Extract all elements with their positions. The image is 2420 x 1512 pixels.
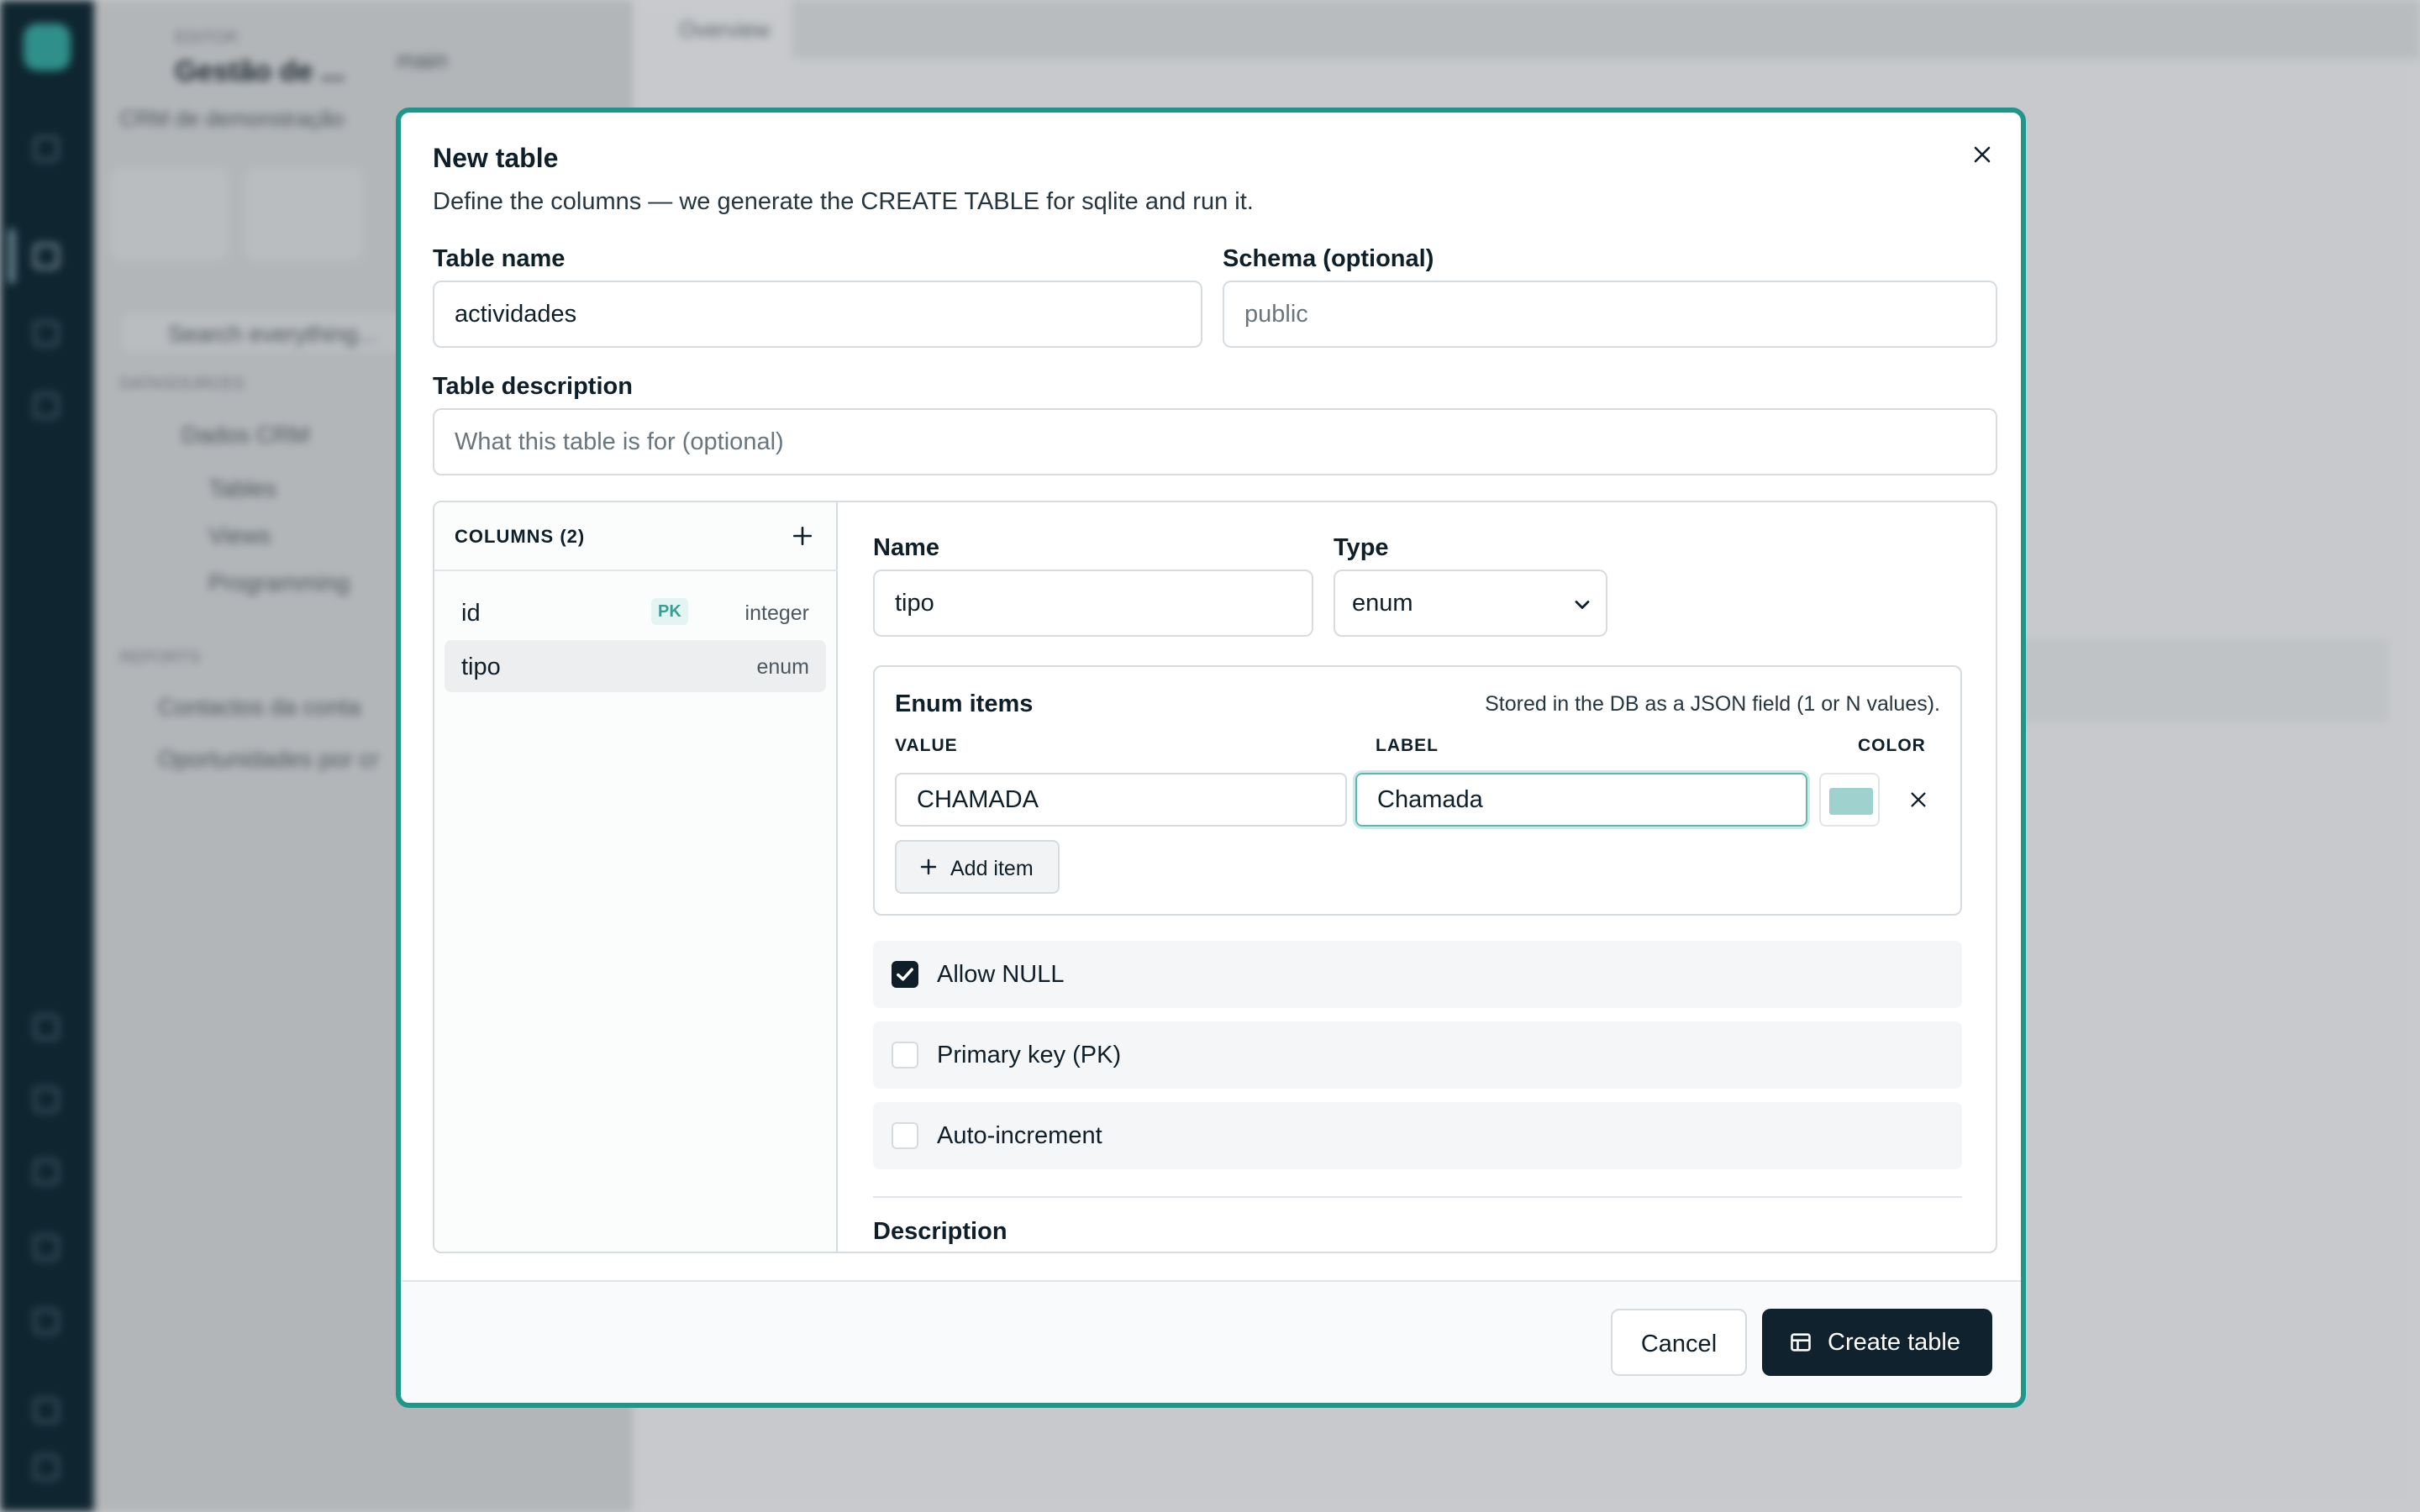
enum-items-section: Enum items Stored in the DB as a JSON fi…	[873, 665, 1962, 916]
dialog-title: New table	[433, 143, 559, 173]
plus-icon	[920, 858, 937, 875]
add-item-label: Add item	[950, 857, 1034, 880]
allow-null-label: Allow NULL	[937, 961, 1065, 988]
report-item: Contactos da conta	[158, 694, 361, 720]
datasource-name: Dados CRM	[182, 422, 310, 448]
column-name: tipo	[461, 654, 501, 680]
cancel-button[interactable]: Cancel	[1611, 1309, 1747, 1376]
sidebar-tile	[245, 168, 363, 260]
allow-null-checkbox[interactable]	[892, 961, 918, 988]
column-editor: Name Type enum Enum items Stored in the …	[839, 502, 1996, 1252]
color-column-header: COLOR	[1858, 736, 1926, 755]
auto-increment-option[interactable]: Auto-increment	[873, 1102, 1962, 1169]
close-icon	[1974, 146, 1991, 163]
chevron-down-icon	[1575, 601, 1590, 609]
primary-key-option[interactable]: Primary key (PK)	[873, 1021, 1962, 1089]
rail-icon	[34, 1398, 59, 1423]
add-item-button[interactable]: Add item	[895, 840, 1060, 894]
remove-enum-item-button[interactable]	[1903, 785, 1933, 815]
sidebar-title: Gestão de ...	[175, 55, 345, 87]
tree-item: Views	[208, 522, 271, 549]
cancel-label: Cancel	[1640, 1331, 1718, 1357]
tree-item: Tables	[208, 475, 276, 501]
tree-item: Programming	[208, 570, 350, 596]
rail-icon	[34, 1455, 59, 1480]
report-item: Oportunidades por cr	[158, 746, 380, 772]
columns-panel: COLUMNS (2) id PK integer tipo enum Name…	[433, 501, 1997, 1253]
rail-icon	[34, 244, 59, 269]
columns-header: COLUMNS (2)	[434, 502, 838, 571]
app-rail	[0, 0, 94, 1512]
enum-items-title: Enum items	[895, 690, 1034, 717]
background-tabbar: Overview	[632, 0, 2420, 59]
dialog-footer: Cancel Create table	[401, 1280, 2021, 1403]
table-name-input[interactable]	[433, 281, 1202, 348]
new-table-dialog: New table Define the columns — we genera…	[396, 108, 2026, 1408]
sidebar-subtitle: CRM de demonstração	[119, 106, 345, 131]
create-table-button[interactable]: Create table	[1762, 1309, 1992, 1376]
column-name-label: Name	[873, 534, 939, 561]
background-tab: Overview	[632, 0, 792, 59]
columns-count: COLUMNS (2)	[455, 526, 586, 547]
pk-badge: PK	[651, 598, 688, 625]
add-column-button[interactable]	[787, 521, 818, 551]
label-column-header: LABEL	[1376, 736, 1439, 755]
rail-icon	[34, 1087, 59, 1112]
table-description-label: Table description	[433, 373, 633, 400]
rail-icon	[34, 1309, 59, 1334]
section-reports: REPORTS	[119, 648, 201, 667]
close-button[interactable]	[1965, 138, 1999, 171]
table-name-label: Table name	[433, 245, 566, 272]
column-name-input[interactable]	[873, 570, 1313, 637]
rail-icon	[34, 1015, 59, 1040]
sidebar-tile	[111, 168, 229, 260]
auto-increment-label: Auto-increment	[937, 1122, 1102, 1149]
table-icon	[1791, 1333, 1811, 1352]
create-table-label: Create table	[1828, 1329, 1960, 1356]
column-type: enum	[756, 655, 809, 679]
enum-color-picker[interactable]	[1819, 773, 1880, 827]
close-icon	[1911, 792, 1926, 807]
rail-active-marker	[8, 228, 15, 284]
column-type: integer	[744, 601, 809, 625]
enum-value-input[interactable]	[895, 773, 1347, 827]
schema-label: Schema (optional)	[1223, 245, 1434, 272]
sidebar-caption: EDITOR	[175, 29, 239, 47]
check-icon	[897, 968, 913, 981]
rail-icon	[34, 1235, 59, 1260]
divider	[873, 1196, 1962, 1198]
columns-list: COLUMNS (2) id PK integer tipo enum	[434, 502, 838, 1252]
column-type-select[interactable]: enum	[1334, 570, 1607, 637]
column-type-label: Type	[1334, 534, 1389, 561]
dialog-subtitle: Define the columns — we generate the CRE…	[433, 188, 1254, 215]
primary-key-label: Primary key (PK)	[937, 1042, 1122, 1068]
column-item-id[interactable]: id PK integer	[445, 586, 826, 638]
column-item-tipo[interactable]: tipo enum	[445, 640, 826, 692]
allow-null-option[interactable]: Allow NULL	[873, 941, 1962, 1008]
column-description-label: Description	[873, 1218, 1007, 1245]
value-column-header: VALUE	[895, 736, 958, 755]
enum-items-note: Stored in the DB as a JSON field (1 or N…	[1485, 692, 1940, 716]
primary-key-checkbox[interactable]	[892, 1042, 918, 1068]
rail-icon	[34, 321, 59, 346]
section-datasources: DATASOURCES	[119, 375, 245, 393]
plus-icon	[792, 526, 813, 546]
enum-label-input[interactable]	[1355, 773, 1807, 827]
schema-input[interactable]	[1223, 281, 1997, 348]
column-type-value: enum	[1352, 590, 1413, 617]
color-swatch	[1829, 788, 1873, 815]
rail-icon	[34, 1159, 59, 1184]
rail-icon	[34, 393, 59, 418]
auto-increment-checkbox[interactable]	[892, 1122, 918, 1149]
table-description-input[interactable]	[433, 408, 1997, 475]
rail-icon	[34, 136, 59, 161]
branch-label: main	[397, 47, 448, 73]
app-logo	[24, 24, 71, 71]
column-name: id	[461, 600, 481, 627]
